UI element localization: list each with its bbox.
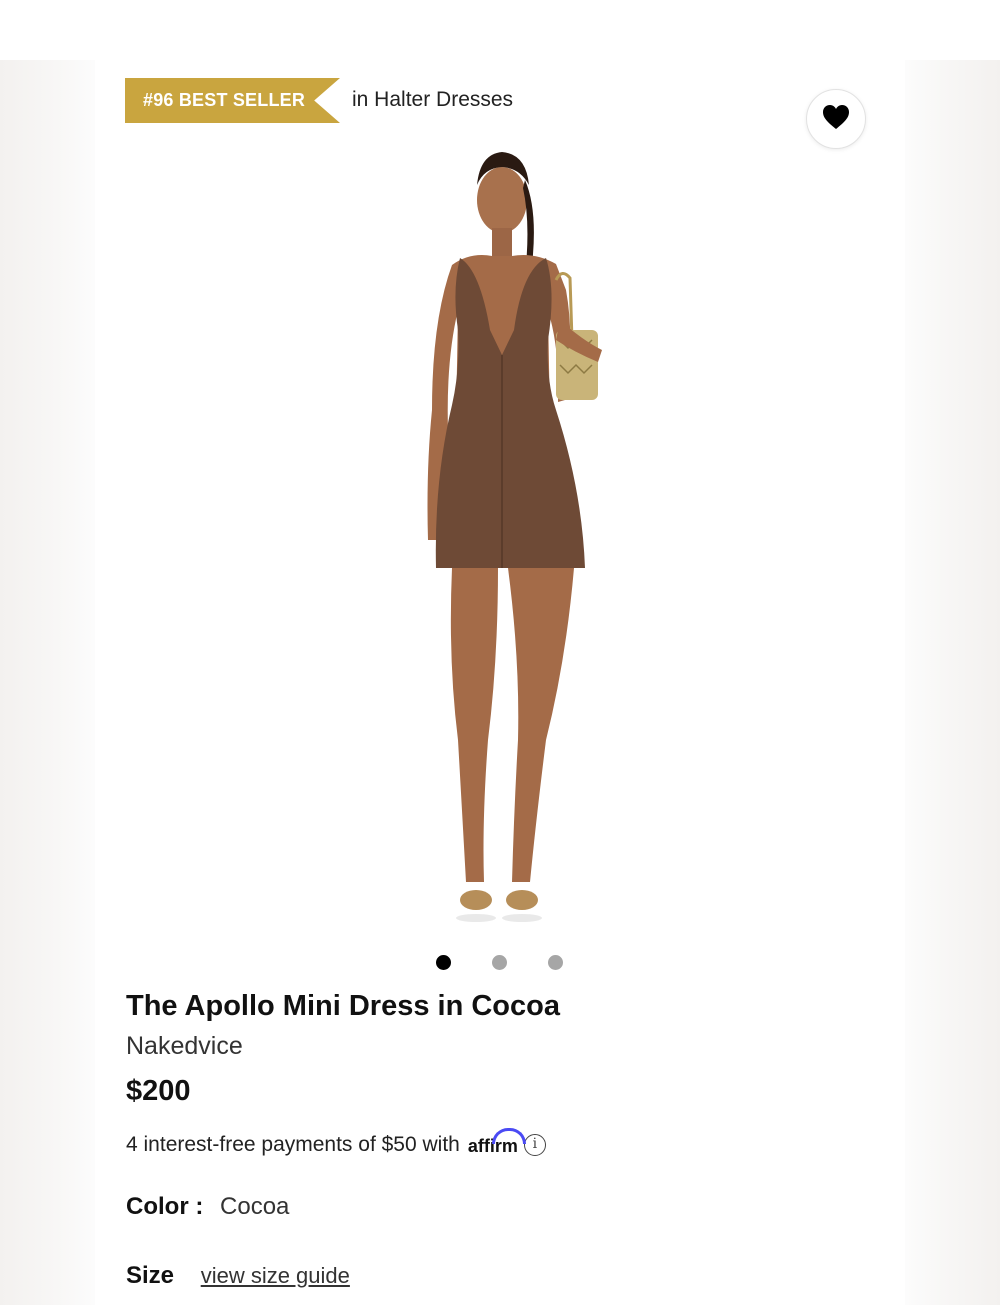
background-right — [905, 60, 1000, 1305]
payment-plan: 4 interest-free payments of $50 with aff… — [126, 1128, 546, 1157]
favorite-button[interactable] — [806, 89, 866, 149]
size-selector: Size view size guide — [126, 1262, 350, 1290]
affirm-logo: affirm — [468, 1128, 526, 1157]
best-seller-badge: #96 BEST SELLER — [125, 78, 340, 123]
size-guide-link[interactable]: view size guide — [201, 1263, 350, 1288]
product-brand[interactable]: Nakedvice — [126, 1032, 243, 1061]
product-image[interactable] — [360, 140, 650, 950]
color-value: Cocoa — [220, 1193, 290, 1220]
product-page: #96 BEST SELLER in Halter Dresses The Ap… — [0, 0, 1000, 1305]
size-label: Size — [126, 1262, 175, 1289]
product-price: $200 — [126, 1075, 191, 1107]
carousel-dot-3[interactable] — [548, 955, 563, 970]
color-label-colon: : — [188, 1193, 204, 1220]
heart-icon — [822, 104, 850, 135]
color-label: Color — [126, 1193, 189, 1220]
color-selector: Color : Cocoa — [126, 1193, 289, 1221]
payment-plan-text: 4 interest-free payments of $50 with — [126, 1132, 460, 1156]
info-icon[interactable]: i — [523, 1133, 546, 1156]
background-left — [0, 60, 95, 1305]
carousel-dots — [436, 955, 563, 970]
carousel-dot-2[interactable] — [492, 955, 507, 970]
best-seller-category: in Halter Dresses — [352, 88, 514, 111]
product-title: The Apollo Mini Dress in Cocoa — [126, 990, 560, 1022]
carousel-dot-1[interactable] — [436, 955, 451, 970]
